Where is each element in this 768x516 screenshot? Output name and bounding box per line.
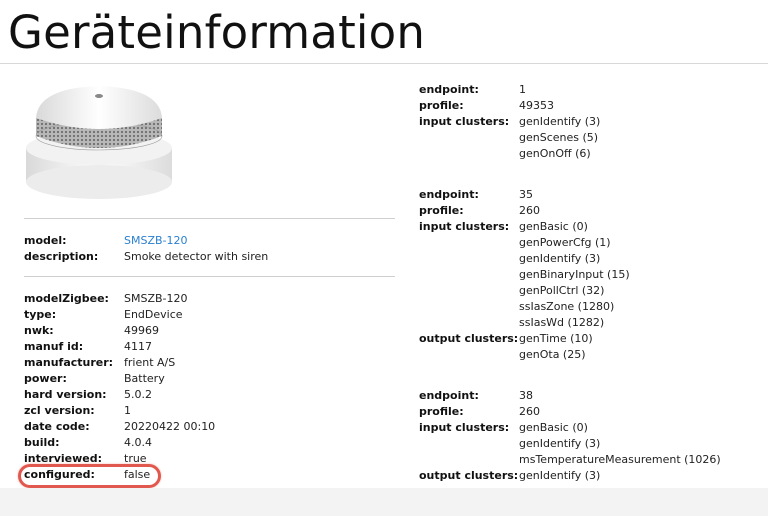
property-value: 4.0.4	[124, 436, 152, 449]
endpoint-label: endpoint:	[419, 83, 479, 96]
divider	[24, 218, 395, 219]
cluster-item: genIdentify (3)	[519, 469, 601, 482]
input-clusters-label: input clusters:	[419, 115, 510, 128]
description-label: description:	[24, 250, 99, 263]
cluster-item: genBasic (0)	[519, 220, 588, 233]
configured-highlight	[18, 464, 161, 488]
cluster-item: ssIasWd (1282)	[519, 316, 605, 329]
cluster-item: genPowerCfg (1)	[519, 236, 611, 249]
profile-label: profile:	[419, 405, 464, 418]
cluster-item: genScenes (5)	[519, 131, 599, 144]
cluster-item: genTime (10)	[519, 332, 593, 345]
output-clusters-label: output clusters:	[419, 469, 519, 482]
profile-label: profile:	[419, 204, 464, 217]
cluster-item: genPollCtrl (32)	[519, 284, 605, 297]
description-value: Smoke detector with siren	[124, 250, 269, 263]
property-label: power:	[24, 372, 67, 385]
input-clusters-label: input clusters:	[419, 220, 510, 233]
property-value: Battery	[124, 372, 165, 385]
cluster-item: ssIasZone (1280)	[519, 300, 615, 313]
property-value: SMSZB-120	[124, 292, 188, 305]
divider	[24, 276, 395, 277]
cluster-item: genBasic (0)	[519, 421, 588, 434]
page-title: Geräteinformation	[8, 6, 426, 59]
profile-label: profile:	[419, 99, 464, 112]
property-value: 1	[124, 404, 131, 417]
cluster-item: msTemperatureMeasurement (1026)	[519, 453, 721, 466]
footer-bar	[0, 488, 768, 516]
property-label: manuf id:	[24, 340, 84, 353]
cluster-item: genIdentify (3)	[519, 252, 601, 265]
endpoint-label: endpoint:	[419, 188, 479, 201]
property-label: date code:	[24, 420, 90, 433]
property-value: 5.0.2	[124, 388, 152, 401]
cluster-item: genOnOff (6)	[519, 147, 591, 160]
model-link[interactable]: SMSZB-120	[124, 233, 188, 249]
cluster-item: genIdentify (3)	[519, 437, 601, 450]
property-label: manufacturer:	[24, 356, 114, 369]
model-label: model:	[24, 234, 67, 247]
property-value: EndDevice	[124, 308, 183, 321]
profile-value: 260	[519, 405, 540, 418]
property-value: 20220422 00:10	[124, 420, 216, 433]
profile-value: 49353	[519, 99, 554, 112]
property-value: 49969	[124, 324, 159, 337]
property-label: modelZigbee:	[24, 292, 109, 305]
cluster-item: genOta (25)	[519, 348, 586, 361]
output-clusters-label: output clusters:	[419, 332, 519, 345]
property-value: 4117	[124, 340, 152, 353]
property-label: zcl version:	[24, 404, 95, 417]
property-label: hard version:	[24, 388, 107, 401]
smoke-detector-icon	[26, 86, 172, 199]
property-label: type:	[24, 308, 57, 321]
property-value: frient A/S	[124, 356, 176, 369]
property-label: build:	[24, 436, 60, 449]
property-label: nwk:	[24, 324, 54, 337]
input-clusters-label: input clusters:	[419, 421, 510, 434]
device-image	[24, 70, 174, 217]
endpoint-value: 1	[519, 83, 526, 96]
cluster-item: genBinaryInput (15)	[519, 268, 630, 281]
endpoint-value: 35	[519, 188, 533, 201]
profile-value: 260	[519, 204, 540, 217]
cluster-item: genIdentify (3)	[519, 115, 601, 128]
endpoint-label: endpoint:	[419, 389, 479, 402]
endpoint-value: 38	[519, 389, 533, 402]
title-divider	[0, 63, 768, 64]
